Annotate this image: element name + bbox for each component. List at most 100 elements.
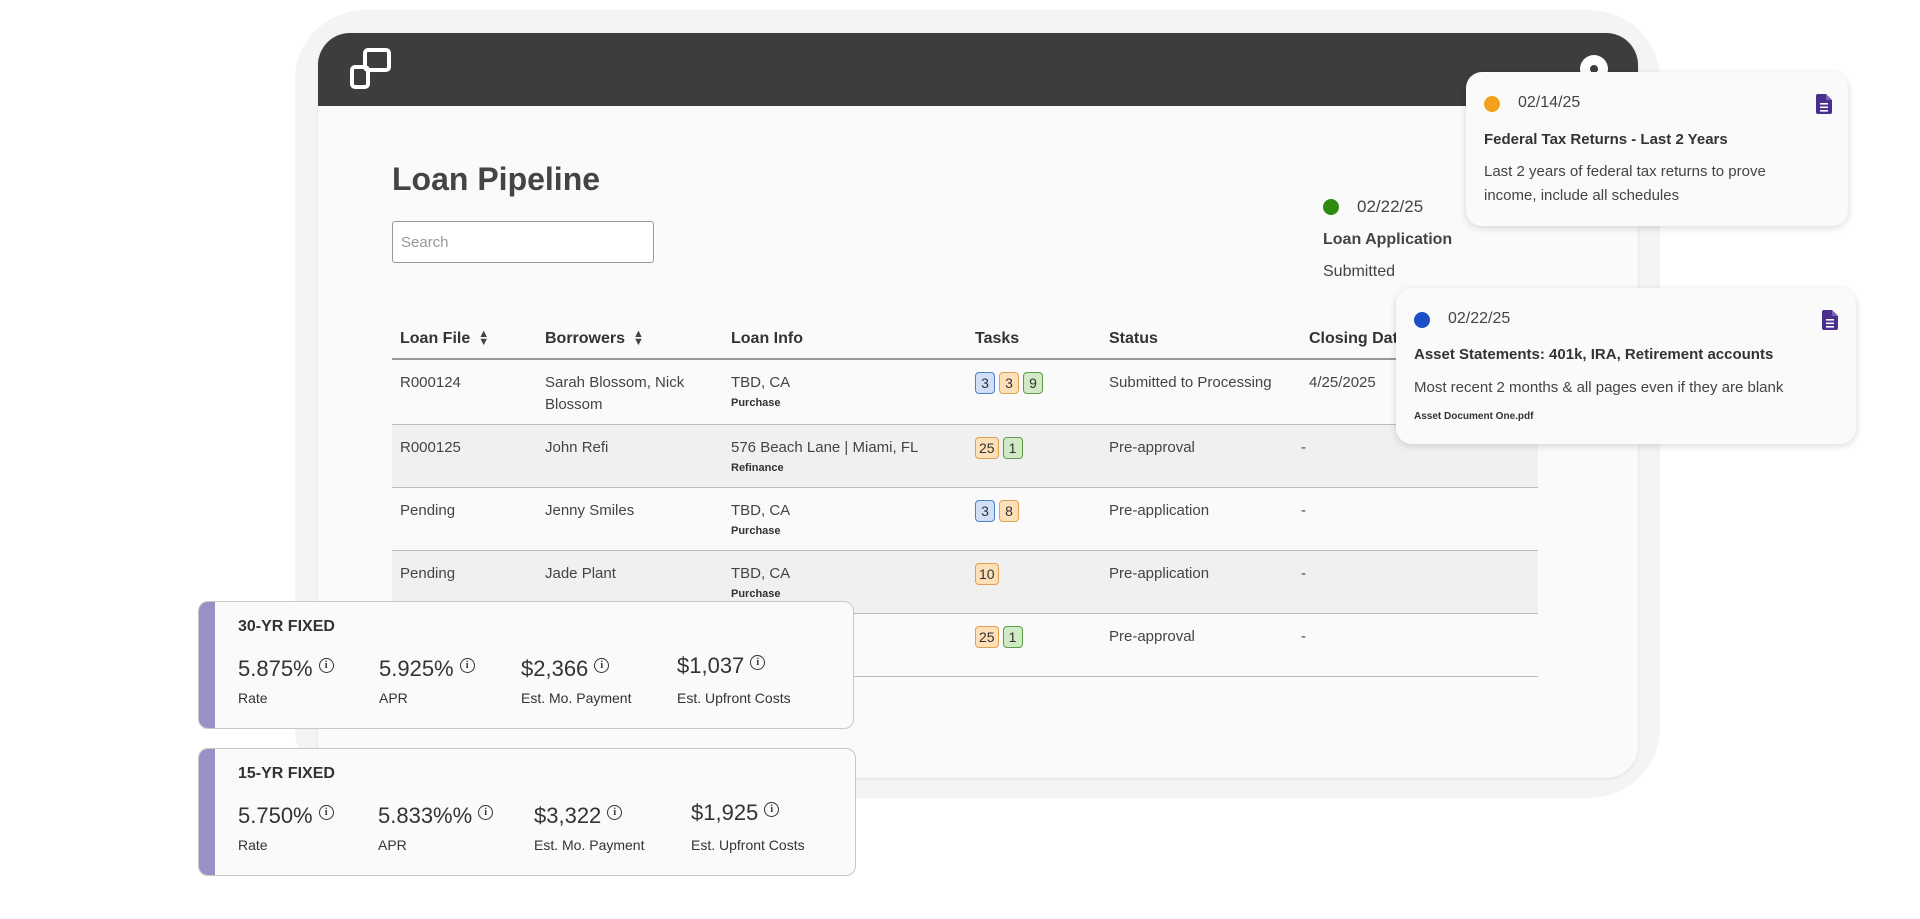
doc-date: 02/14/25 — [1518, 94, 1581, 111]
cell-tasks: 25 1 — [967, 424, 1101, 488]
table-row[interactable]: Pending Jenny Smiles TBD, CA Purchase 3 8 Pre-… — [392, 487, 1538, 551]
task-count-badge[interactable]: 9 — [1023, 372, 1043, 394]
cell-loan-info: 576 Beach Lane | Miami, FL Refinance — [723, 424, 967, 488]
cell-loan-info: TBD, CA Purchase — [723, 487, 967, 551]
col-header-borrowers[interactable]: Borrowers ▲ ▼ — [537, 319, 723, 360]
info-icon[interactable]: i — [459, 658, 475, 673]
cell-loan-file[interactable]: R000125 — [392, 424, 537, 488]
info-icon[interactable]: i — [750, 655, 766, 670]
payment-value: $3,322 — [534, 803, 602, 828]
apr-value: 5.833%% — [378, 803, 473, 828]
task-count-badge[interactable]: 25 — [975, 626, 999, 648]
apr-value: 5.925% — [379, 656, 454, 681]
loan-type: Purchase — [731, 588, 781, 600]
cell-closing-date: - — [1301, 487, 1538, 551]
apr-label: APR — [379, 690, 408, 706]
loan-address: TBD, CA — [731, 565, 791, 582]
doc-attachment-link[interactable]: Asset Document One.pdf — [1414, 411, 1533, 422]
info-icon[interactable]: i — [607, 805, 623, 820]
loan-type: Purchase — [731, 397, 781, 409]
document-icon[interactable] — [1822, 310, 1838, 330]
cell-tasks: 38 — [967, 487, 1101, 551]
payment-metric: $3,322 i Est. Mo. Payment — [534, 803, 644, 853]
document-icon[interactable] — [1816, 94, 1832, 114]
cell-closing-date: - — [1301, 550, 1538, 614]
cell-loan-info: TBD, CA Purchase — [723, 359, 967, 425]
rate-term: 30-YR FIXED — [238, 618, 335, 635]
col-label: Loan File — [400, 329, 471, 347]
doc-title: Federal Tax Returns - Last 2 Years — [1484, 131, 1728, 148]
loan-address: 576 Beach Lane | Miami, FL — [731, 439, 919, 456]
task-count-badge[interactable]: 8 — [999, 500, 1019, 522]
task-count-badge[interactable]: 1 — [1002, 437, 1023, 459]
task-count-badge[interactable]: 1 — [1002, 626, 1023, 648]
loan-address: TBD, CA — [731, 374, 791, 391]
doc-status-dot — [1414, 312, 1430, 328]
status-subtitle: Submitted — [1323, 263, 1396, 280]
payment-value: $2,366 — [521, 656, 589, 681]
table-row[interactable]: R000124 Sarah Blossom, Nick Blossom TBD, C… — [392, 359, 1538, 425]
task-count-badge[interactable]: 3 — [975, 372, 995, 394]
doc-description: Most recent 2 months & all pages even if… — [1414, 379, 1784, 396]
cell-status: Pre-application — [1101, 487, 1301, 551]
cell-tasks: 10 — [967, 550, 1101, 614]
info-icon[interactable]: i — [318, 658, 334, 673]
doc-date: 02/22/25 — [1448, 310, 1511, 327]
info-icon[interactable]: i — [478, 805, 494, 820]
app-logo-icon — [350, 48, 391, 89]
rate-metric: 5.875% i Rate — [238, 656, 334, 706]
search-input[interactable] — [392, 221, 654, 263]
rate-term: 15-YR FIXED — [238, 765, 335, 782]
upfront-metric: $1,925 i Est. Upfront Costs — [691, 800, 805, 853]
col-header-tasks: Tasks — [967, 319, 1101, 360]
rate-metric: 5.750% i Rate — [238, 803, 334, 853]
col-label: Borrowers — [545, 329, 626, 347]
payment-label: Est. Mo. Payment — [521, 690, 632, 706]
doc-card-asset-statements[interactable]: 02/22/25 Asset Statements: 401k, IRA, Re… — [1396, 288, 1856, 444]
top-nav-bar — [318, 33, 1638, 106]
col-header-loan-info: Loan Info — [723, 319, 967, 360]
upfront-metric: $1,037 i Est. Upfront Costs — [677, 653, 791, 706]
payment-metric: $2,366 i Est. Mo. Payment — [521, 656, 631, 706]
col-header-loan-file[interactable]: Loan File ▲ ▼ — [392, 319, 537, 360]
rate-value: 5.750% — [238, 803, 313, 828]
cell-status: Pre-approval — [1101, 424, 1301, 488]
cell-loan-file[interactable]: R000124 — [392, 359, 537, 425]
task-count-badge[interactable]: 25 — [975, 437, 999, 459]
doc-title: Asset Statements: 401k, IRA, Retirement … — [1414, 346, 1774, 363]
upfront-label: Est. Upfront Costs — [691, 837, 805, 853]
sort-icon[interactable]: ▲ ▼ — [633, 329, 644, 348]
upfront-value: $1,037 — [677, 653, 745, 678]
info-icon[interactable]: i — [318, 805, 334, 820]
rate-label: Rate — [238, 690, 268, 706]
cell-status: Pre-application — [1101, 550, 1301, 614]
loan-type: Refinance — [731, 462, 784, 474]
apr-label: APR — [378, 837, 407, 853]
sort-icon[interactable]: ▲ ▼ — [478, 329, 489, 348]
table-row[interactable]: R000125 John Refi 576 Beach Lane | Miami, … — [392, 424, 1538, 488]
loan-address: TBD, CA — [731, 502, 791, 519]
cell-tasks: 339 — [967, 359, 1101, 425]
info-icon[interactable]: i — [594, 658, 610, 673]
task-count-badge[interactable]: 10 — [975, 563, 999, 585]
page-title: Loan Pipeline — [392, 161, 601, 197]
info-icon[interactable]: i — [764, 802, 780, 817]
doc-card-tax-returns[interactable]: 02/14/25 Federal Tax Returns - Last 2 Ye… — [1466, 72, 1848, 226]
cell-closing-date: - — [1301, 613, 1538, 677]
rate-value: 5.875% — [238, 656, 313, 681]
status-title: Loan Application — [1323, 231, 1453, 248]
task-count-badge[interactable]: 3 — [975, 500, 995, 522]
rate-card-15yr[interactable]: 15-YR FIXED 5.750% i Rate 5.833%% i APR $3,3… — [198, 748, 856, 876]
task-count-badge[interactable]: 3 — [999, 372, 1019, 394]
rate-card-accent — [199, 602, 215, 728]
doc-description: Last 2 years of federal tax returns to p… — [1484, 163, 1766, 204]
apr-metric: 5.925% i APR — [379, 656, 475, 706]
cell-borrowers: John Refi — [537, 424, 723, 488]
table-header-row: Loan File ▲ ▼ Borrowers ▲ ▼ Loan Info Tasks … — [392, 319, 1538, 360]
cell-tasks: 25 1 — [967, 613, 1101, 677]
rate-label: Rate — [238, 837, 268, 853]
upfront-label: Est. Upfront Costs — [677, 690, 791, 706]
cell-loan-file[interactable]: Pending — [392, 487, 537, 551]
rate-card-30yr[interactable]: 30-YR FIXED 5.875% i Rate 5.925% i APR $2,36… — [198, 601, 854, 729]
status-date: 02/22/25 — [1357, 197, 1424, 216]
